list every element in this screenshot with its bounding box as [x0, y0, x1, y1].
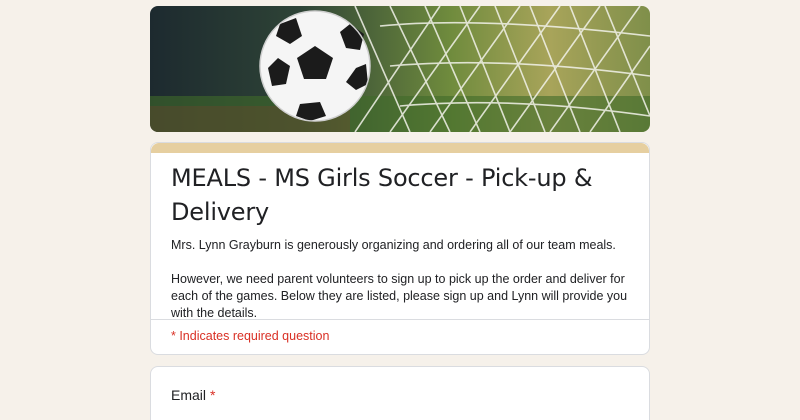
question-card-email: Email *: [150, 366, 650, 420]
question-label-text: Email: [171, 387, 207, 403]
soccer-ball-icon: [259, 10, 371, 122]
form-description: Mrs. Lynn Grayburn is generously organiz…: [151, 229, 649, 322]
description-paragraph: However, we need parent volunteers to si…: [171, 272, 628, 320]
title-card-accent-bar: [151, 143, 649, 153]
form-title-card: MEALS - MS Girls Soccer - Pick-up & Deli…: [150, 142, 650, 355]
form-title: MEALS - MS Girls Soccer - Pick-up & Deli…: [171, 164, 593, 226]
question-label-email: Email *: [171, 387, 215, 403]
soccer-ball-net-illustration: [150, 6, 650, 132]
description-paragraph: Mrs. Lynn Grayburn is generously organiz…: [171, 238, 616, 252]
header-banner-image: [150, 6, 650, 132]
divider: [151, 319, 649, 320]
required-question-note: * Indicates required question: [171, 329, 330, 343]
required-asterisk: *: [210, 387, 216, 403]
